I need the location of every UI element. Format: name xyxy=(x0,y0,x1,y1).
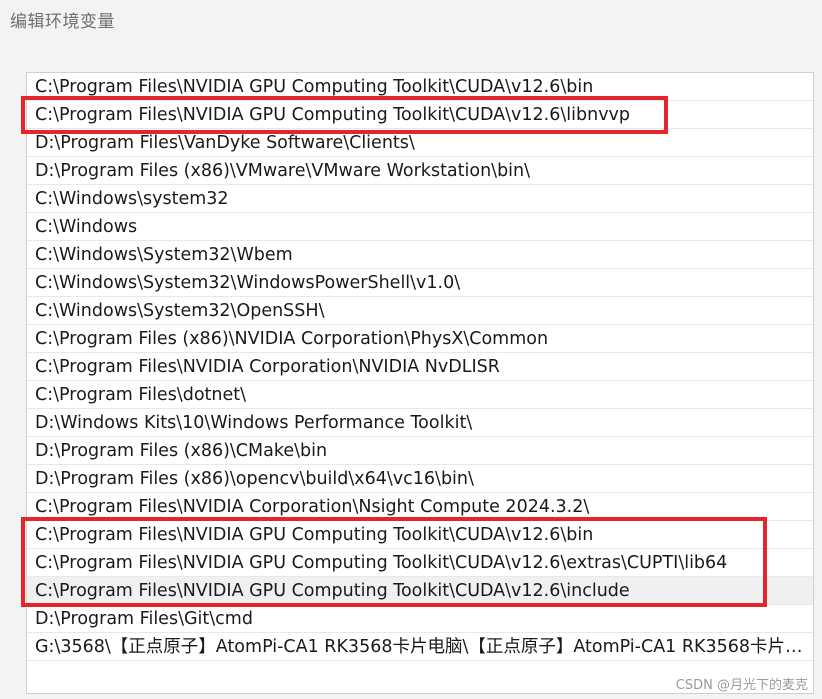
path-list-item[interactable]: C:\Windows\System32\WindowsPowerShell\v1… xyxy=(27,269,813,297)
path-list-item[interactable]: C:\Program Files\NVIDIA GPU Computing To… xyxy=(27,101,813,129)
path-list-item[interactable]: C:\Windows xyxy=(27,213,813,241)
path-list-item[interactable]: C:\Program Files\NVIDIA Corporation\Nsig… xyxy=(27,493,813,521)
path-list-item[interactable]: C:\Windows\system32 xyxy=(27,185,813,213)
path-list-item[interactable]: D:\Program Files\Git\cmd xyxy=(27,605,813,633)
path-list-item[interactable]: D:\Program Files\VanDyke Software\Client… xyxy=(27,129,813,157)
path-list-item-selected[interactable]: C:\Program Files\NVIDIA GPU Computing To… xyxy=(27,577,813,605)
path-list-item[interactable]: D:\Windows Kits\10\Windows Performance T… xyxy=(27,409,813,437)
path-list-item[interactable]: C:\Program Files\NVIDIA GPU Computing To… xyxy=(27,73,813,101)
path-list-item[interactable]: C:\Program Files (x86)\NVIDIA Corporatio… xyxy=(27,325,813,353)
path-list-item[interactable]: C:\Program Files\NVIDIA GPU Computing To… xyxy=(27,521,813,549)
path-list-item[interactable]: C:\Program Files\dotnet\ xyxy=(27,381,813,409)
path-list-item[interactable]: C:\Windows\System32\Wbem xyxy=(27,241,813,269)
dialog-title: 编辑环境变量 xyxy=(10,12,115,32)
path-list-item[interactable]: D:\Program Files (x86)\VMware\VMware Wor… xyxy=(27,157,813,185)
path-list-item[interactable]: D:\Program Files (x86)\opencv\build\x64\… xyxy=(27,465,813,493)
watermark: CSDN @月光下的麦克 xyxy=(673,674,810,693)
path-list-item[interactable]: C:\Windows\System32\OpenSSH\ xyxy=(27,297,813,325)
edit-env-var-dialog: 编辑环境变量 C:\Program Files\NVIDIA GPU Compu… xyxy=(0,0,822,699)
path-list-item[interactable]: G:\3568\【正点原子】AtomPi-CA1 RK3568卡片电脑\【正点原… xyxy=(27,633,813,661)
path-list-item[interactable]: C:\Program Files\NVIDIA GPU Computing To… xyxy=(27,549,813,577)
path-list-item[interactable]: D:\Program Files (x86)\CMake\bin xyxy=(27,437,813,465)
path-list-item[interactable]: C:\Program Files\NVIDIA Corporation\NVID… xyxy=(27,353,813,381)
path-list[interactable]: C:\Program Files\NVIDIA GPU Computing To… xyxy=(26,72,814,694)
